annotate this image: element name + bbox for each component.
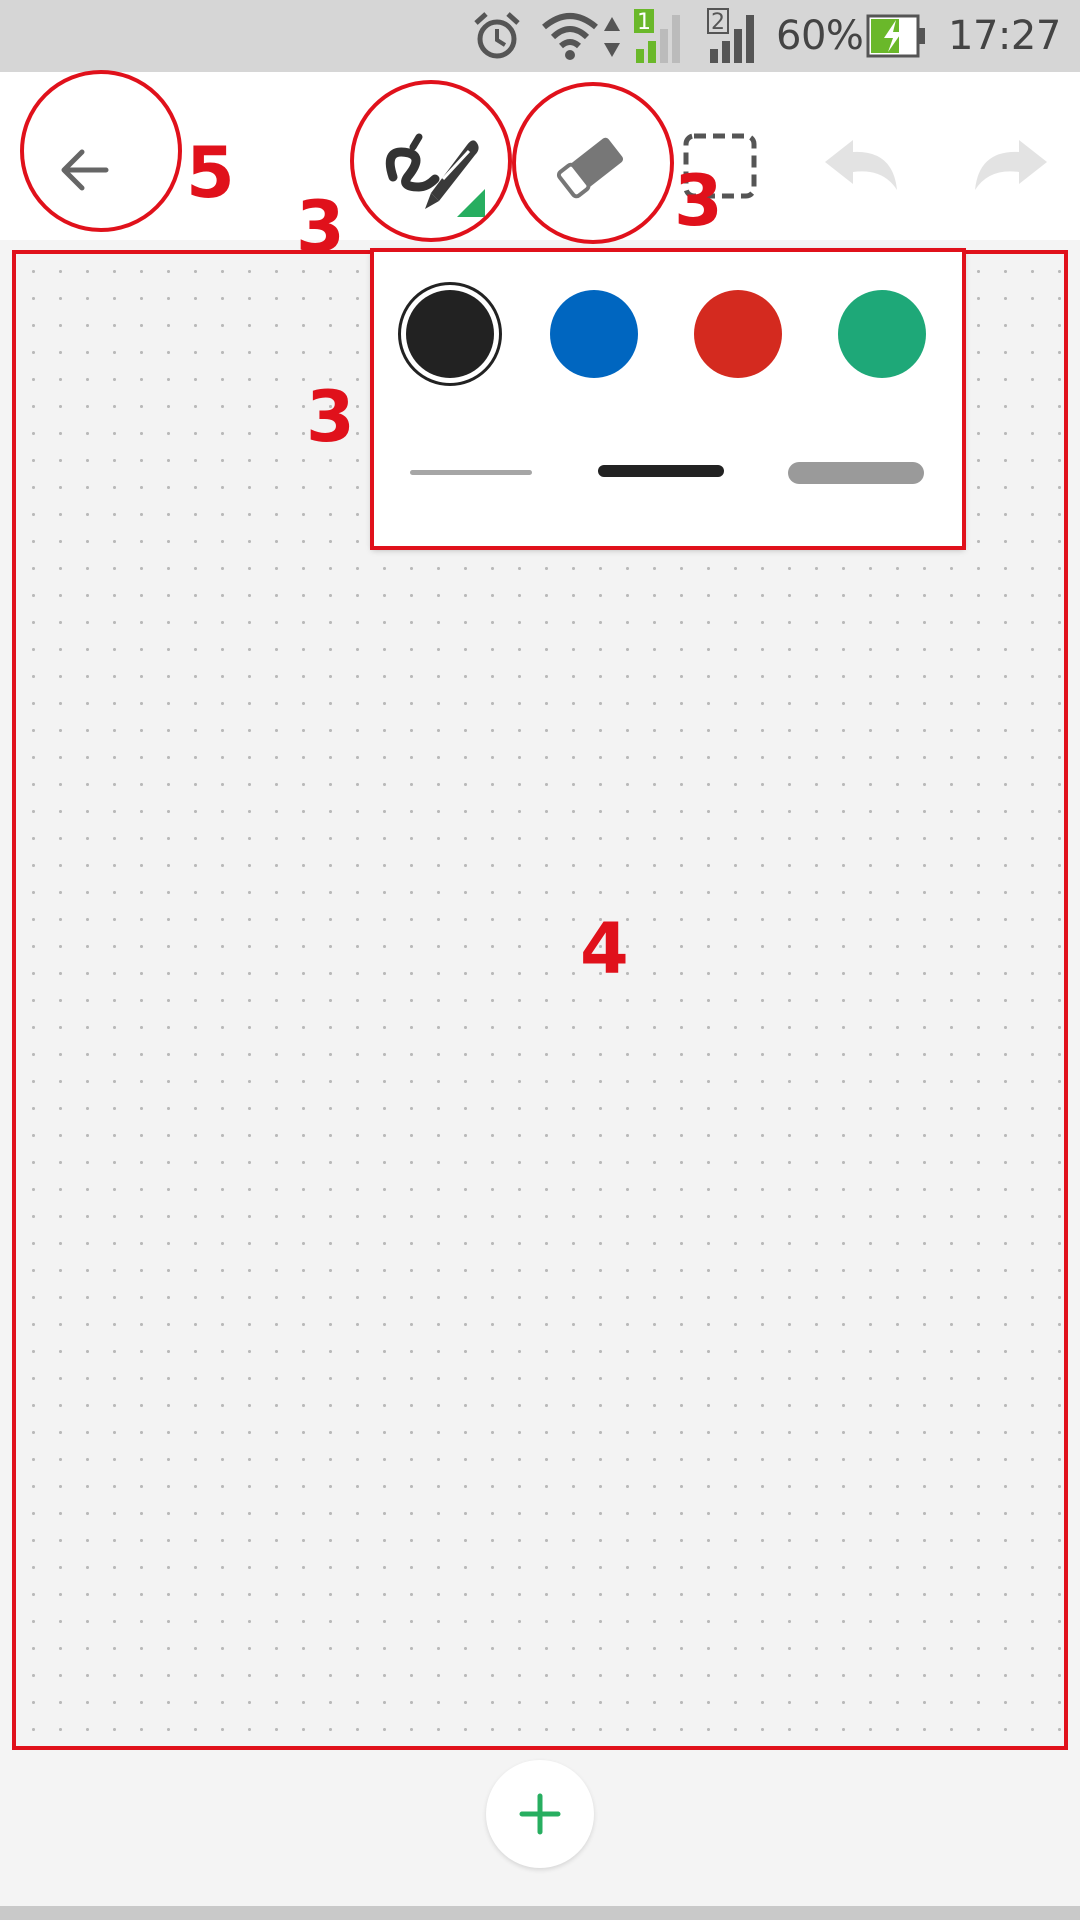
pen-button[interactable] <box>374 112 494 222</box>
add-page-button[interactable] <box>486 1760 594 1868</box>
stroke-width-medium[interactable] <box>598 465 724 477</box>
pen-icon <box>385 133 485 217</box>
undo-button[interactable] <box>812 118 912 214</box>
eraser-icon <box>556 137 624 199</box>
annotation-label-canvas: 4 <box>580 908 629 990</box>
color-swatch-black[interactable] <box>398 282 502 386</box>
color-black-fill <box>406 290 494 378</box>
toolbar <box>0 72 1080 240</box>
color-swatch-green[interactable] <box>838 290 926 378</box>
sim2-label: 2 <box>711 10 725 35</box>
navigation-bar <box>0 1906 1080 1920</box>
redo-icon <box>975 140 1047 190</box>
status-bar: 1 2 60% 17:27 <box>0 0 1080 72</box>
redo-button[interactable] <box>960 118 1060 214</box>
alarm-icon <box>470 8 524 64</box>
battery-percent: 60% <box>776 8 864 64</box>
back-button[interactable] <box>36 122 132 218</box>
data-arrows-icon <box>600 8 624 64</box>
plus-icon <box>519 1793 561 1835</box>
battery-percent-text: 60% <box>776 13 864 59</box>
pen-options-popup <box>372 250 964 548</box>
sim1-label: 1 <box>637 10 651 35</box>
clock: 17:27 <box>948 13 1061 59</box>
annotation-label-popup: 3 <box>306 376 355 458</box>
wifi-icon <box>540 8 600 64</box>
eraser-button[interactable] <box>536 112 646 222</box>
signal-sim1-icon: 1 <box>632 8 692 64</box>
undo-icon <box>825 140 897 190</box>
color-swatch-blue[interactable] <box>550 290 638 378</box>
annotation-label-eraser: 3 <box>674 160 723 242</box>
annotation-label-back: 5 <box>186 132 235 214</box>
back-icon <box>61 149 109 191</box>
color-swatch-red[interactable] <box>694 290 782 378</box>
stroke-width-thin[interactable] <box>410 470 532 475</box>
stroke-width-thick[interactable] <box>788 462 924 484</box>
battery-charging-icon <box>866 8 926 64</box>
signal-sim2-icon: 2 <box>706 8 766 64</box>
annotation-label-pen: 3 <box>296 186 345 268</box>
